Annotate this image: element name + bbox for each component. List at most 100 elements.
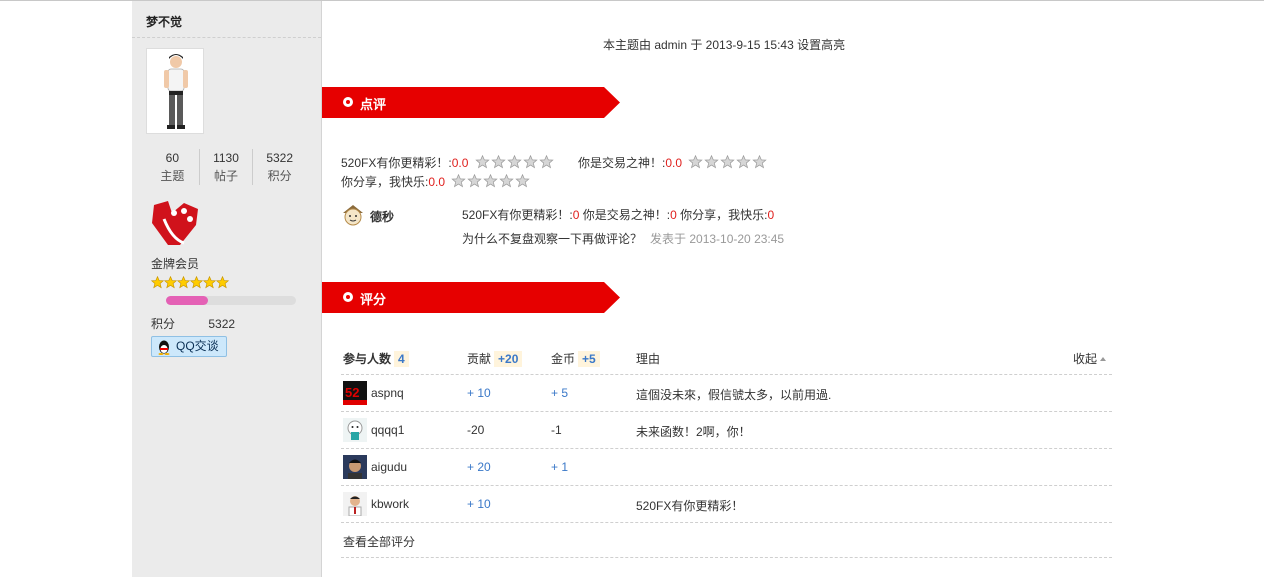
group-badge-icon [150,199,202,247]
divider [132,37,321,38]
contribution-value: + 20 [467,460,491,474]
avatar[interactable] [146,48,204,134]
bullet-icon [343,292,353,302]
rating-value: 0.0 [451,156,469,170]
table-row: kbwork + 10 520FX有你更精彩！ [341,486,1112,523]
score-row: 积分 5322 [151,315,235,332]
gold-star-icon [151,276,164,289]
user-avatar[interactable] [343,492,367,517]
gold-star-icon [177,276,190,289]
rater-name[interactable]: aspnq [371,386,404,400]
group-stars [151,276,229,292]
contribution-header: 贡献 +20 [467,350,523,367]
gold-star-icon [203,276,216,289]
score-label: 你分享，我快乐: [680,208,768,222]
contribution-label: 贡献 [467,352,492,366]
credit-progress-fill [166,296,208,305]
qq-chat-button[interactable]: QQ交谈 [151,336,227,357]
stat-posts[interactable]: 1130 帖子 [200,149,254,185]
rating-value: 0.0 [428,175,446,189]
view-all-ratings-link[interactable]: 查看全部评分 [343,533,415,550]
gold-star-icon [216,276,229,289]
gold-value: + 1 [551,460,569,474]
rating-table-footer: 查看全部评分 [341,523,1112,558]
reason-header: 理由 [636,352,661,366]
score-value: 0 [670,208,677,222]
user-group[interactable]: 金牌会员 [151,255,199,272]
table-row: qqqq1 -20 -1 未来函数！2啊，你！ [341,412,1112,449]
gold-header: 金币 +5 [551,350,600,367]
rating-table: 参与人数 4 贡献 +20 金币 +5 理由 收起 52 aspnq + 10 + 5… [341,340,1112,558]
comment-time: 发表于 2013-10-20 23:45 [650,232,785,246]
stat-threads[interactable]: 60 主题 [146,149,200,185]
rating-label: 你是交易之神！: [578,156,666,170]
contribution-value: -20 [467,423,485,437]
empty-star-icon [704,154,720,169]
contribution-value: + 10 [467,497,491,511]
comment-avatar[interactable] [341,203,365,227]
comment-username[interactable]: 德秒 [370,208,394,225]
rater-name[interactable]: kbwork [371,497,409,511]
gold-label: 金币 [551,352,576,366]
rating-section-title: 评分 [360,292,387,307]
collapse-button[interactable]: 收起 [1073,350,1106,367]
score-label: 520FX有你更精彩！: [462,208,573,222]
table-row: aigudu + 20 + 1 [341,449,1112,486]
score-value: 5322 [208,317,236,331]
user-avatar[interactable] [343,455,367,479]
rating-table-header: 参与人数 4 贡献 +20 金币 +5 理由 收起 [341,340,1112,375]
contribution-value: + 10 [467,386,491,400]
rating-summary-line-2: 你分享，我快乐:0.0 [341,173,531,191]
collapse-label: 收起 [1072,352,1097,366]
caret-up-icon [1100,357,1106,361]
empty-star-icon [483,173,499,188]
comment-text: 为什么不复盘观察一下再做评论？ [462,232,643,246]
participants-count: 4 [394,351,409,367]
empty-star-icon [475,154,490,169]
empty-star-icon [515,173,531,188]
stat-posts-label: 帖子 [214,169,239,183]
participants-label: 参与人数 [343,352,392,366]
comment-body: 为什么不复盘观察一下再做评论？ 发表于 2013-10-20 23:45 [462,230,784,247]
user-stats: 60 主题 1130 帖子 5322 积分 [146,149,306,185]
comments-section-title: 点评 [360,97,387,112]
gold-value: -1 [551,423,562,437]
empty-star-icon [720,154,736,169]
rating-stars [451,173,531,191]
empty-star-icon [451,173,467,188]
gold-value: + 5 [551,386,569,400]
rating-section-banner: 评分 [322,282,620,313]
user-avatar[interactable]: 52 [343,381,367,405]
stat-posts-count: 1130 [213,151,239,165]
participants-header: 参与人数 4 [343,350,409,367]
empty-star-icon [507,154,522,169]
cartoon-avatar-icon [343,205,363,226]
reason-text: 這個没未來，假信號太多，以前用過. [636,388,832,402]
score-label: 积分 [151,317,176,331]
stat-credits-count: 5322 [266,151,294,165]
rating-summary-line-1: 520FX有你更精彩！:0.0 [341,154,555,172]
rating-summary-line-1b: 你是交易之神！:0.0 [578,154,768,172]
empty-star-icon [736,154,752,169]
empty-star-icon [688,154,704,169]
score-value: 0 [767,208,775,222]
stat-threads-label: 主题 [160,169,185,183]
user-avatar[interactable] [343,418,367,442]
reason-text: 未来函数！2啊，你！ [636,425,751,439]
qq-penguin-icon [158,340,170,355]
comments-section-banner: 点评 [322,87,620,118]
reason-text: 520FX有你更精彩！ [636,499,744,513]
rater-name[interactable]: qqqq1 [371,423,404,437]
rater-name[interactable]: aigudu [371,460,407,474]
username[interactable]: 梦不觉 [146,13,182,30]
table-row: 52 aspnq + 10 + 5 這個没未來，假信號太多，以前用過. [341,375,1112,412]
rating-stars [475,154,555,172]
contribution-total: +20 [494,351,523,367]
bullet-icon [343,97,353,107]
rating-label: 520FX有你更精彩！: [341,156,452,170]
empty-star-icon [752,154,768,169]
empty-star-icon [491,154,506,169]
photo-avatar-icon [343,492,367,517]
stat-credits[interactable]: 5322 积分 [253,149,306,185]
stat-credits-label: 积分 [267,169,292,183]
